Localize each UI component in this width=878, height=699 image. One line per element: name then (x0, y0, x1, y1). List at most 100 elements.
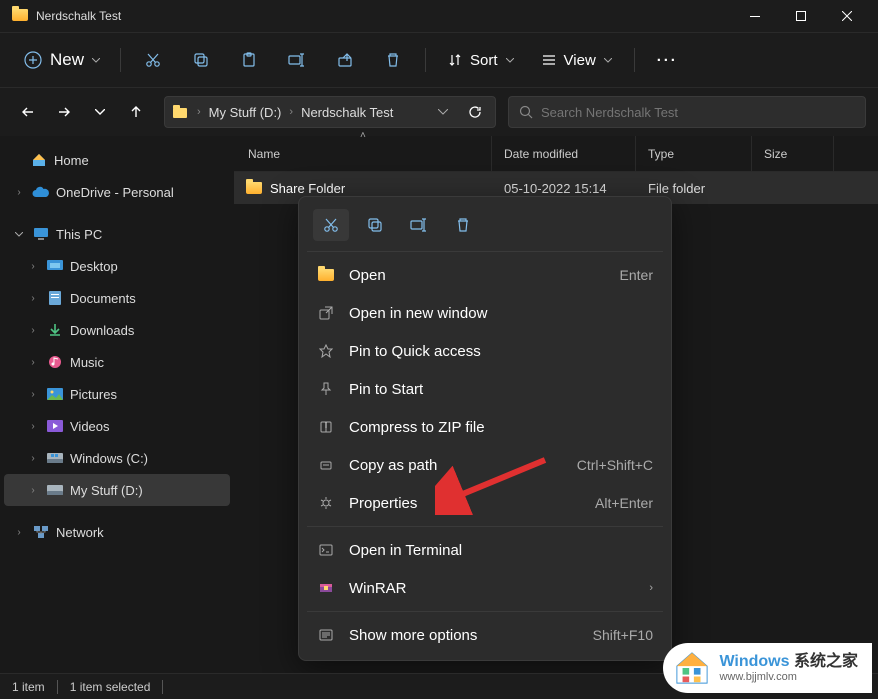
drive-icon (46, 481, 64, 499)
ctx-open-new-window[interactable]: Open in new window (305, 294, 665, 332)
ctx-label: Show more options (349, 627, 579, 644)
maximize-button[interactable] (778, 0, 824, 32)
sidebar-windowsc[interactable]: › Windows (C:) (4, 442, 230, 474)
rename-icon (410, 217, 428, 233)
ctx-pin-quick[interactable]: Pin to Quick access (305, 332, 665, 370)
rename-button[interactable] (277, 42, 317, 78)
sidebar-videos[interactable]: › Videos (4, 410, 230, 442)
sidebar-label: Music (70, 355, 104, 370)
new-button[interactable]: New (16, 44, 108, 76)
address-bar[interactable]: › My Stuff (D:) › Nerdschalk Test (164, 96, 496, 128)
view-icon (542, 53, 556, 67)
column-date[interactable]: Date modified (492, 136, 636, 171)
ctx-properties[interactable]: Properties Alt+Enter (305, 484, 665, 522)
chevron-right-icon: › (649, 582, 653, 594)
sidebar-onedrive[interactable]: › OneDrive - Personal (4, 176, 230, 208)
close-button[interactable] (824, 0, 870, 32)
ctx-label: Compress to ZIP file (349, 419, 653, 436)
expand-icon[interactable]: › (26, 483, 40, 497)
forward-button[interactable] (48, 96, 80, 128)
column-type[interactable]: Type (636, 136, 752, 171)
address-segment[interactable]: My Stuff (D:) (203, 101, 288, 124)
sidebar-mystuff[interactable]: › My Stuff (D:) (4, 474, 230, 506)
ctx-label: Properties (349, 495, 581, 512)
properties-icon (317, 494, 335, 512)
sort-button[interactable]: Sort (438, 46, 524, 75)
toolbar: New Sort View ··· (0, 32, 878, 88)
expand-icon[interactable]: › (26, 355, 40, 369)
collapse-icon[interactable] (12, 227, 26, 241)
watermark: Windows 系统之家 www.bjjmlv.com (663, 643, 872, 693)
videos-icon (46, 417, 64, 435)
ctx-open[interactable]: Open Enter (305, 256, 665, 294)
ctx-cut-button[interactable] (313, 209, 349, 241)
up-button[interactable] (120, 96, 152, 128)
sidebar-music[interactable]: › Music (4, 346, 230, 378)
sidebar-documents[interactable]: › Documents (4, 282, 230, 314)
status-items: 1 item (12, 680, 45, 694)
sidebar-label: Network (56, 525, 104, 540)
search-box[interactable] (508, 96, 866, 128)
ctx-rename-button[interactable] (401, 209, 437, 241)
sidebar-label: My Stuff (D:) (70, 483, 143, 498)
divider (307, 526, 663, 527)
expand-icon[interactable]: › (26, 387, 40, 401)
pc-icon (32, 225, 50, 243)
ctx-delete-button[interactable] (445, 209, 481, 241)
copy-button[interactable] (181, 42, 221, 78)
sidebar-label: Downloads (70, 323, 134, 338)
watermark-brand: Windows 系统之家 (719, 653, 858, 671)
divider (425, 48, 426, 72)
chevron-down-icon (506, 58, 514, 63)
sidebar-label: Documents (70, 291, 136, 306)
ctx-pin-start[interactable]: Pin to Start (305, 370, 665, 408)
ctx-show-more[interactable]: Show more options Shift+F10 (305, 616, 665, 654)
sidebar-desktop[interactable]: › Desktop (4, 250, 230, 282)
search-input[interactable] (541, 105, 855, 120)
expand-icon[interactable]: › (26, 419, 40, 433)
zip-icon (317, 418, 335, 436)
expand-icon[interactable]: › (26, 291, 40, 305)
ctx-shortcut: Alt+Enter (595, 495, 653, 511)
more-button[interactable]: ··· (647, 46, 688, 75)
paste-button[interactable] (229, 42, 269, 78)
sidebar-pictures[interactable]: › Pictures (4, 378, 230, 410)
minimize-button[interactable] (732, 0, 778, 32)
column-name[interactable]: Name (234, 136, 492, 171)
sidebar-label: This PC (56, 227, 102, 242)
chevron-icon: › (195, 106, 203, 118)
address-segment[interactable]: Nerdschalk Test (295, 101, 399, 124)
sidebar-network[interactable]: › Network (4, 516, 230, 548)
ctx-compress[interactable]: Compress to ZIP file (305, 408, 665, 446)
expand-icon[interactable]: › (26, 451, 40, 465)
share-icon (337, 52, 353, 68)
column-size[interactable]: Size (752, 136, 834, 171)
trash-icon (455, 217, 471, 233)
expand-icon[interactable]: › (26, 259, 40, 273)
address-dropdown[interactable] (427, 96, 459, 128)
ctx-winrar[interactable]: WinRAR › (305, 569, 665, 607)
desktop-icon (46, 257, 64, 275)
ctx-copy-button[interactable] (357, 209, 393, 241)
back-button[interactable] (12, 96, 44, 128)
delete-button[interactable] (373, 42, 413, 78)
expand-icon[interactable]: › (12, 185, 26, 199)
sidebar-home[interactable]: Home (4, 144, 230, 176)
refresh-button[interactable] (459, 96, 491, 128)
ctx-terminal[interactable]: Open in Terminal (305, 531, 665, 569)
recent-button[interactable] (84, 96, 116, 128)
expand-icon[interactable]: › (26, 323, 40, 337)
winrar-icon (317, 579, 335, 597)
cut-button[interactable] (133, 42, 173, 78)
more-icon (317, 626, 335, 644)
status-selected: 1 item selected (70, 680, 151, 694)
share-button[interactable] (325, 42, 365, 78)
sidebar-downloads[interactable]: › Downloads (4, 314, 230, 346)
divider (307, 611, 663, 612)
sidebar-thispc[interactable]: This PC (4, 218, 230, 250)
sidebar-label: Home (54, 153, 89, 168)
view-button[interactable]: View (532, 46, 622, 75)
drive-icon (46, 449, 64, 467)
expand-icon[interactable]: › (12, 525, 26, 539)
ctx-copy-path[interactable]: Copy as path Ctrl+Shift+C (305, 446, 665, 484)
